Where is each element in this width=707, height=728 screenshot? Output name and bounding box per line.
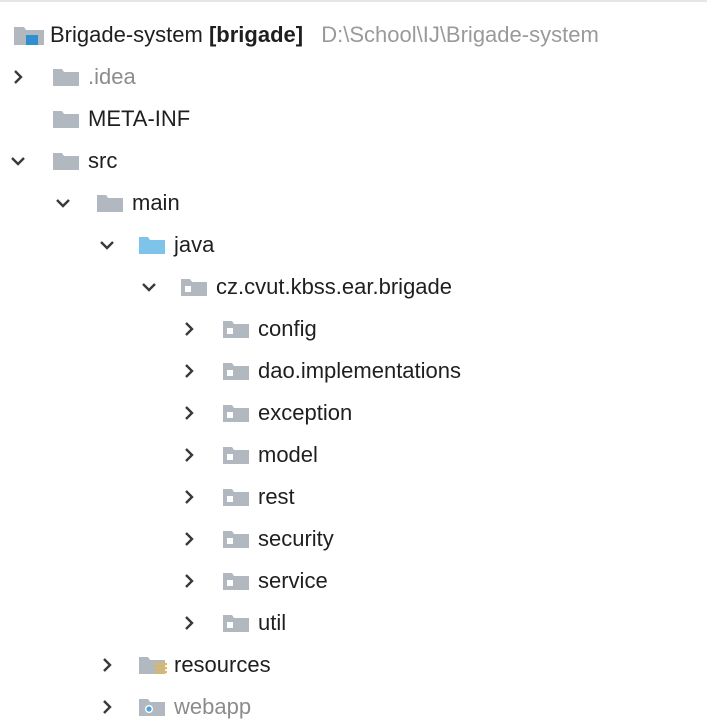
module-name: [brigade] bbox=[208, 22, 304, 47]
project-label: Brigade-system [brigade] D:\School\IJ\Br… bbox=[50, 14, 599, 56]
package-icon bbox=[222, 602, 250, 644]
tree-label-model: model bbox=[258, 442, 318, 467]
tree-row-project-root[interactable]: Brigade-system [brigade] D:\School\IJ\Br… bbox=[0, 14, 707, 56]
tree-label-service: service bbox=[258, 568, 328, 593]
tree-row-resources[interactable]: resources bbox=[0, 644, 707, 686]
folder-icon bbox=[96, 182, 124, 224]
tree-label-meta-inf: META-INF bbox=[88, 106, 191, 131]
panel-top-border bbox=[0, 0, 707, 2]
package-icon bbox=[222, 434, 250, 476]
source-folder-icon bbox=[138, 224, 166, 266]
tree-label-security: security bbox=[258, 526, 334, 551]
tree-label-config: config bbox=[258, 316, 317, 341]
tree-label-exception: exception bbox=[258, 400, 353, 425]
chevron-right-icon[interactable] bbox=[96, 644, 118, 686]
tree-label-src: src bbox=[88, 148, 118, 173]
chevron-right-icon[interactable] bbox=[178, 434, 200, 476]
chevron-right-icon[interactable] bbox=[178, 476, 200, 518]
tree-label-package: cz.cvut.kbss.ear.brigade bbox=[216, 274, 453, 299]
chevron-down-icon[interactable] bbox=[52, 182, 74, 224]
tree-label-rest: rest bbox=[258, 484, 295, 509]
project-name: Brigade-system bbox=[50, 22, 203, 47]
tree-label-util: util bbox=[258, 610, 287, 635]
tree-row-java[interactable]: java bbox=[0, 224, 707, 266]
chevron-right-icon[interactable] bbox=[178, 602, 200, 644]
package-icon bbox=[222, 350, 250, 392]
tree-row-subpackage[interactable]: service bbox=[0, 560, 707, 602]
tree-row-src[interactable]: src bbox=[0, 140, 707, 182]
package-icon bbox=[222, 560, 250, 602]
tree-row-subpackage[interactable]: dao.implementations bbox=[0, 350, 707, 392]
tree-row-subpackage[interactable]: util bbox=[0, 602, 707, 644]
chevron-right-icon[interactable] bbox=[178, 350, 200, 392]
package-icon bbox=[222, 476, 250, 518]
chevron-down-icon[interactable] bbox=[7, 140, 29, 182]
tree-label-main: main bbox=[132, 190, 180, 215]
tree-label-resources: resources bbox=[174, 652, 271, 677]
tree-row-subpackage[interactable]: rest bbox=[0, 476, 707, 518]
package-icon bbox=[222, 308, 250, 350]
tree-row-main[interactable]: main bbox=[0, 182, 707, 224]
tree-label-dao-implementations: dao.implementations bbox=[258, 358, 462, 383]
chevron-right-icon[interactable] bbox=[178, 392, 200, 434]
chevron-down-icon[interactable] bbox=[96, 224, 118, 266]
tree-row-subpackage[interactable]: model bbox=[0, 434, 707, 476]
chevron-right-icon[interactable] bbox=[178, 560, 200, 602]
tree-row-idea[interactable]: .idea bbox=[0, 56, 707, 98]
tree-row-package[interactable]: cz.cvut.kbss.ear.brigade bbox=[0, 266, 707, 308]
folder-icon bbox=[52, 140, 80, 182]
tree-row-meta-inf[interactable]: META-INF bbox=[0, 98, 707, 140]
project-path: D:\School\IJ\Brigade-system bbox=[321, 22, 599, 47]
package-icon bbox=[222, 392, 250, 434]
package-icon bbox=[222, 518, 250, 560]
chevron-right-icon[interactable] bbox=[178, 308, 200, 350]
resources-folder-icon bbox=[138, 644, 170, 686]
tree-row-subpackage[interactable]: security bbox=[0, 518, 707, 560]
project-tree[interactable]: Brigade-system [brigade] D:\School\IJ\Br… bbox=[0, 14, 707, 728]
tree-row-subpackage[interactable]: exception bbox=[0, 392, 707, 434]
folder-icon bbox=[52, 98, 80, 140]
chevron-down-icon[interactable] bbox=[138, 266, 160, 308]
project-module-icon bbox=[13, 14, 45, 56]
chevron-right-icon[interactable] bbox=[178, 518, 200, 560]
folder-icon bbox=[52, 56, 80, 98]
chevron-right-icon[interactable] bbox=[7, 56, 29, 98]
tree-label-idea: .idea bbox=[88, 64, 136, 89]
tree-row-subpackage[interactable]: config bbox=[0, 308, 707, 350]
package-icon bbox=[180, 266, 208, 308]
tree-label-java: java bbox=[174, 232, 215, 257]
